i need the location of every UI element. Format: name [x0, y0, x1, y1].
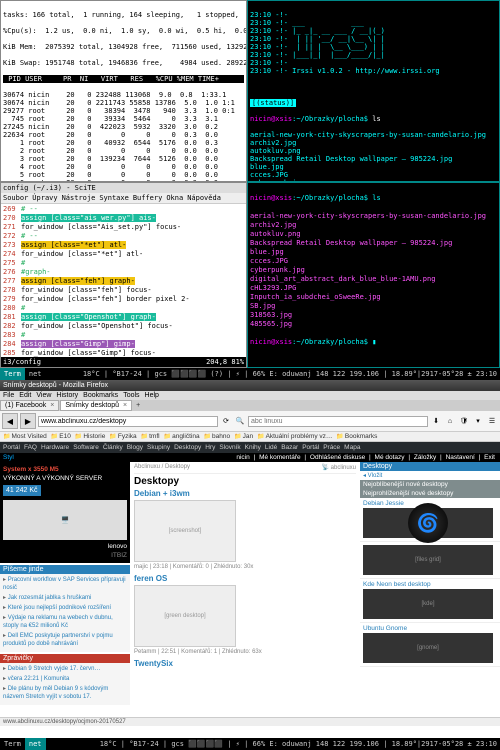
bookmarks-toolbar[interactable]: Most VisitedE10HistorieFyzikatmflangličt… [0, 432, 500, 442]
sidebar-desktop-item[interactable]: Ubuntu Gnome[gnome] [360, 623, 500, 667]
irssi-window[interactable]: 23:10 -!-23:10 -!- ___ ___23:10 -!- |_ _… [247, 0, 500, 182]
workspace-term[interactable]: Term [0, 738, 25, 750]
workspace-term[interactable]: Term [0, 368, 25, 380]
breadcrumb[interactable]: Abclinuxu / Desktopy 📡 abclinuxu [134, 464, 356, 474]
home-icon[interactable]: ⌂ [444, 415, 456, 427]
shield-icon[interactable]: 🛡 [458, 415, 470, 427]
htop-header: PID USER PR NI VIRT RES %CPU %MEM TIME+ [3, 75, 244, 83]
desktop-post[interactable]: TwentySix [134, 659, 356, 668]
close-icon[interactable]: × [50, 402, 54, 409]
browser-menubar[interactable]: FileEditViewHistoryBookmarksToolsHelp [0, 391, 500, 400]
site-subnav[interactable]: Styl nicin | Mé komentáře | Odhlášené di… [0, 453, 500, 462]
main-content: Abclinuxu / Desktopy 📡 abclinuxu Desktop… [130, 462, 360, 722]
menu-icon[interactable]: ☰ [486, 415, 498, 427]
page-title: Desktopy [134, 476, 356, 487]
reload-icon[interactable]: ⟳ [220, 415, 232, 427]
desktop-post[interactable]: Debian + i3wm[screenshot]majic | 23:18 |… [134, 489, 356, 570]
editor-window: config (~/.i3) - SciTE SouborÚpravyNástr… [0, 182, 247, 368]
editor-content[interactable]: 269# --270assign [class="ais_wer.py"] ai… [1, 204, 246, 368]
shell-prompt-2[interactable]: nicin@xsis:~/Obrazky/plocha$ ▮ [250, 338, 497, 347]
site-nav[interactable]: PortálFAQHardwareSoftwareČlánkyBlogySkup… [0, 442, 500, 453]
insert-link[interactable]: ◂ Vložit [360, 471, 500, 480]
terminal-window[interactable]: nicin@xsis:~/Obrazky/plocha$ ls aerial-n… [247, 182, 500, 368]
i3-statusbar-top[interactable]: Term net 18°C | °B17-24 | gcs ⬛⬛⬛⬛ (?) |… [0, 368, 500, 380]
forward-button[interactable]: ▶ [20, 413, 36, 429]
ls-output: aerial-new-york-city-skyscrapers-by-susa… [250, 131, 497, 182]
panel-zpravicky: Zprávičky Debian 9 Stretch vyjde 17. čer… [0, 654, 130, 705]
window-titlebar: Snímky desktopů - Mozilla Firefox [0, 380, 500, 391]
ad-banner[interactable]: System x 3550 M5 VÝKONNÝ A VÝKONNÝ SERVE… [0, 462, 130, 563]
close-icon[interactable]: × [123, 402, 127, 409]
desktop-post[interactable]: feren OS[green desktop]Petamm | 22:51 | … [134, 574, 356, 655]
irssi-status: [(status)] [250, 99, 296, 107]
panel-piseme-jinde: Píšeme jinde Pracovní workflow v SAP Ser… [0, 565, 130, 652]
process-list[interactable]: 30674 nicin 20 0 232488 113068 9.0 0.8 1… [3, 91, 244, 182]
irssi-output: 23:10 -!-23:10 -!- ___ ___23:10 -!- |_ _… [250, 11, 497, 75]
server-image: 🖥️ [3, 500, 127, 540]
workspace-net[interactable]: net [25, 738, 46, 750]
tab-strip[interactable]: (1) Facebook× Snímky desktopů× + [0, 400, 500, 411]
tab-desktopy[interactable]: Snímky desktopů× [60, 400, 132, 411]
sidebar-desktop-item[interactable]: [files grid] [360, 542, 500, 579]
price-button[interactable]: 41 242 Kč [3, 485, 41, 496]
new-tab-button[interactable]: + [133, 402, 143, 409]
htop-window: tasks: 166 total, 1 running, 164 sleepin… [0, 0, 247, 182]
browser-statusbar: www.abclinuxu.cz/desktopy/ocjmon-2017052… [0, 717, 500, 726]
back-button[interactable]: ◀ [2, 413, 18, 429]
tab-facebook[interactable]: (1) Facebook× [0, 400, 59, 411]
pocket-icon[interactable]: ▾ [472, 415, 484, 427]
sidebar-desktop-item[interactable]: Debian Jessie🌀 [360, 498, 500, 542]
editor-menubar[interactable]: SouborÚpravyNástrojeSyntaxeBufferyOknaNá… [1, 193, 246, 204]
search-input[interactable] [248, 416, 428, 427]
sidebar-desktop-item[interactable]: Kde Neon best desktop[kde] [360, 579, 500, 623]
i3-statusbar-bottom[interactable]: Term net 18°C | °B17-24 | gcs ⬛⬛⬛⬛ | ⚡ |… [0, 738, 500, 750]
left-sidebar: System x 3550 M5 VÝKONNÝ A VÝKONNÝ SERVE… [0, 462, 130, 722]
shell-prompt: nicin@xsis:~/Obrazky/plocha$ ls [250, 115, 497, 123]
search-icon: 🔍 [234, 415, 246, 427]
url-toolbar: ◀ ▶ ⟳ 🔍 ⬇ ⌂ 🛡 ▾ ☰ [0, 411, 500, 432]
workspace-net[interactable]: net [25, 368, 46, 380]
htop-summary: tasks: 166 total, 1 running, 164 sleepin… [3, 11, 244, 19]
url-input[interactable] [38, 416, 218, 427]
firefox-window: Snímky desktopů - Mozilla Firefox FileEd… [0, 380, 500, 738]
status-text: 18°C | °B17-24 | gcs ⬛⬛⬛⬛ (?) | ⚡ | 66% … [80, 368, 500, 380]
right-sidebar: Desktopy ◂ Vložit Nejoblíbenější nové de… [360, 462, 500, 722]
editor-title: config (~/.i3) - SciTE [1, 183, 246, 193]
download-icon[interactable]: ⬇ [430, 415, 442, 427]
editor-statusbar: i3/config204,8 81% [1, 357, 246, 367]
ls-output-2: aerial-new-york-city-skyscrapers-by-susa… [250, 212, 497, 329]
